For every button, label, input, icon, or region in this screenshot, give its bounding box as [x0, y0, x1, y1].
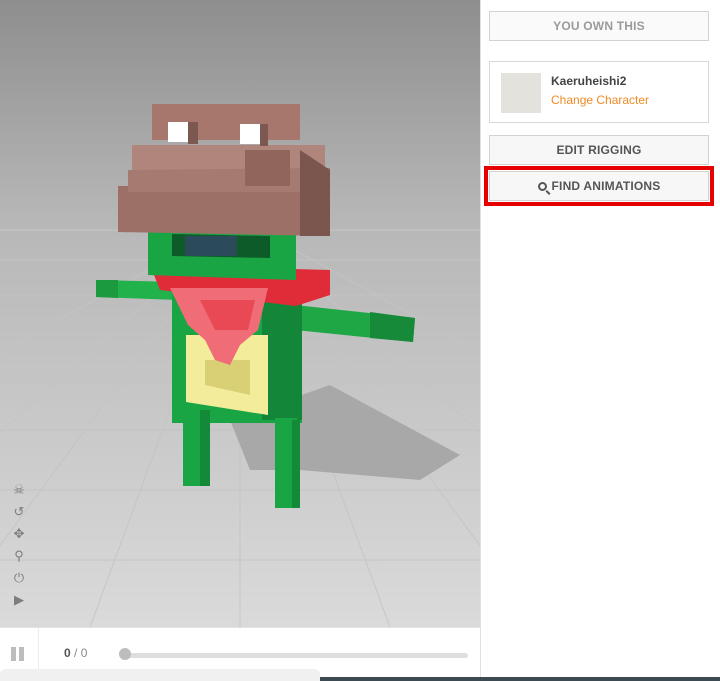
- search-icon: [537, 181, 547, 191]
- 3d-viewport[interactable]: ☠ ↺ ✥ ⚲ ⏻ ▶: [0, 0, 480, 627]
- total-frames: 0: [80, 646, 88, 660]
- right-panel: YOU OWN THIS Kaeruheishi2 Change Charact…: [480, 0, 720, 677]
- reset-icon[interactable]: ↺: [11, 504, 27, 520]
- skeleton-icon[interactable]: ☠: [11, 482, 27, 498]
- move-icon[interactable]: ✥: [11, 526, 27, 542]
- power-icon[interactable]: ⏻: [11, 570, 27, 586]
- character-card: Kaeruheishi2 Change Character: [489, 61, 709, 123]
- timeline-track[interactable]: [122, 653, 468, 658]
- bottom-tab: [0, 669, 320, 681]
- bottom-taskbar: [0, 669, 720, 681]
- character-name: Kaeruheishi2: [551, 74, 627, 88]
- timeline-scrubber[interactable]: [119, 648, 131, 660]
- camera-icon[interactable]: ▶: [11, 592, 27, 608]
- character-scene: [0, 0, 480, 627]
- zoom-icon[interactable]: ⚲: [11, 548, 27, 564]
- character-thumbnail: [501, 73, 541, 113]
- frame-separator: /: [74, 646, 78, 660]
- edit-rigging-button[interactable]: EDIT RIGGING: [489, 135, 709, 165]
- current-frame: 0: [64, 646, 71, 660]
- frame-counter: 0 / 0: [64, 646, 87, 660]
- you-own-this-button[interactable]: YOU OWN THIS: [489, 11, 709, 41]
- pause-icon[interactable]: [11, 647, 25, 661]
- find-animations-label: FIND ANIMATIONS: [551, 179, 661, 193]
- find-animations-button[interactable]: FIND ANIMATIONS: [489, 171, 709, 201]
- change-character-link[interactable]: Change Character: [551, 93, 649, 107]
- viewport-toolbar: ☠ ↺ ✥ ⚲ ⏻ ▶: [9, 482, 29, 608]
